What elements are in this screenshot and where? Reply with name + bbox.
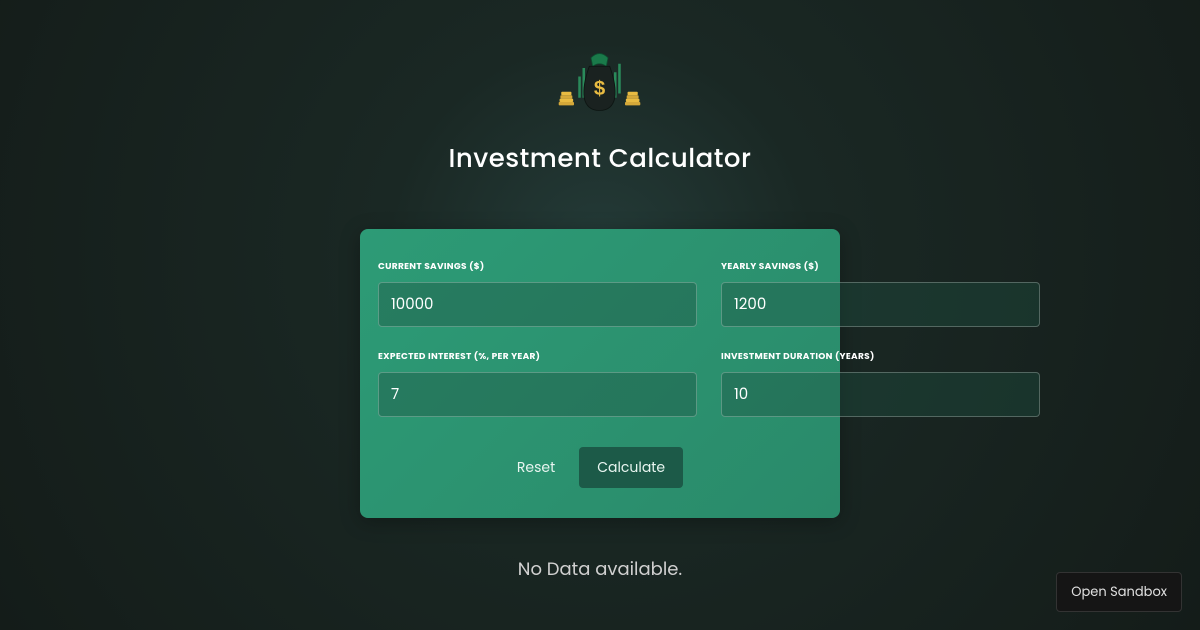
yearly-savings-group: YEARLY SAVINGS ($)	[721, 261, 1040, 327]
current-savings-label: CURRENT SAVINGS ($)	[378, 261, 697, 274]
open-sandbox-button[interactable]: Open Sandbox	[1056, 572, 1182, 612]
no-data-message: No Data available.	[518, 556, 682, 583]
page-title: Investment Calculator	[449, 140, 752, 179]
investment-duration-group: INVESTMENT DURATION (YEARS)	[721, 351, 1040, 417]
yearly-savings-label: YEARLY SAVINGS ($)	[721, 261, 1040, 274]
investment-duration-input[interactable]	[721, 372, 1040, 417]
expected-interest-label: EXPECTED INTEREST (%, PER YEAR)	[378, 351, 697, 364]
svg-text:$: $	[594, 78, 606, 100]
current-savings-group: CURRENT SAVINGS ($)	[378, 261, 697, 327]
header: $ Investment Calculator	[449, 50, 752, 179]
calculator-form: CURRENT SAVINGS ($) YEARLY SAVINGS ($) E…	[360, 229, 840, 518]
current-savings-input[interactable]	[378, 282, 697, 327]
calculate-button[interactable]: Calculate	[579, 447, 683, 488]
reset-button[interactable]: Reset	[517, 457, 555, 478]
yearly-savings-input[interactable]	[721, 282, 1040, 327]
button-row: Reset Calculate	[378, 447, 822, 488]
money-bag-icon: $	[557, 50, 642, 120]
expected-interest-input[interactable]	[378, 372, 697, 417]
expected-interest-group: EXPECTED INTEREST (%, PER YEAR)	[378, 351, 697, 417]
investment-duration-label: INVESTMENT DURATION (YEARS)	[721, 351, 1040, 364]
